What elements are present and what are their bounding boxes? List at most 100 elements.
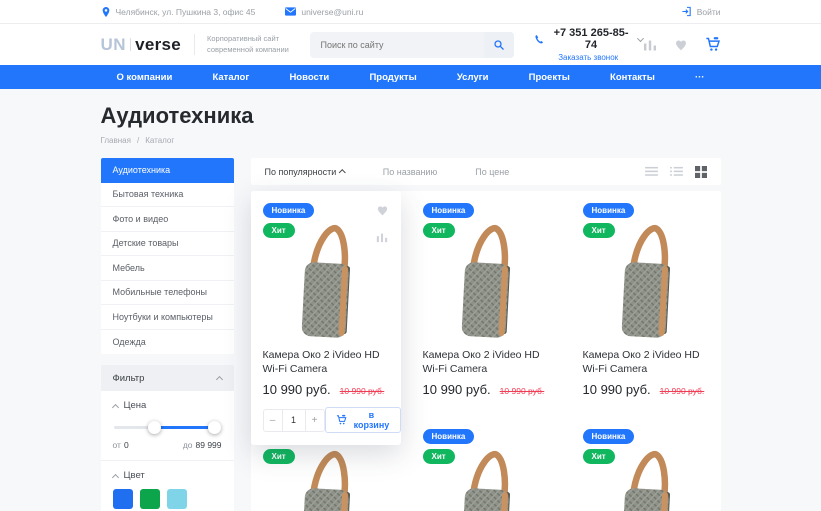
filter-header[interactable]: Фильтр [101,365,234,391]
nav-item[interactable]: Продукты [369,72,416,83]
product-card[interactable]: Новинка Хит [571,417,721,511]
nav-item[interactable]: Услуги [457,72,489,83]
color-swatch[interactable] [167,489,187,509]
add-to-cart-button[interactable]: в корзину [325,407,402,433]
sidebar-category-item[interactable]: Одежда [101,330,234,355]
compare-icon[interactable] [376,230,388,248]
nav-item[interactable]: Новости [289,72,329,83]
product-old-price: 10 990 руб. [340,386,385,396]
quantity-stepper: – 1 + [263,409,325,432]
product-badge: Новинка [423,429,475,444]
filter-title: Фильтр [113,373,145,384]
nav-item[interactable]: Проекты [529,72,570,83]
sort-option[interactable]: По цене [475,167,509,177]
logo[interactable]: UN verse [101,35,182,55]
sort-bar: По популярности По названию По цене [251,158,721,185]
sidebar-category-item[interactable]: Аудиотехника [101,158,234,183]
search-button[interactable] [484,32,514,58]
product-badge: Новинка [583,429,635,444]
product-card[interactable]: Новинка Хит [411,417,561,511]
login-text: Войти [697,7,721,17]
product-badge: Хит [423,449,455,464]
sidebar-category-item[interactable]: Детские товары [101,232,234,257]
color-section-toggle[interactable]: Цвет [113,470,222,481]
favorite-heart-icon[interactable] [376,203,389,221]
breadcrumb-catalog[interactable]: Каталог [145,136,174,145]
chevron-up-icon [111,403,118,410]
view-detailed-list-icon[interactable] [670,166,683,177]
filter-section-price: Цена от0 до89 999 [101,391,234,461]
product-card[interactable]: Новинка Хит [251,191,401,405]
sidebar-category-item[interactable]: Мобильные телефоны [101,281,234,306]
view-list-icon[interactable] [645,166,658,177]
site-tagline: Корпоративный сайт современной компании [194,34,290,55]
nav-item[interactable]: Каталог [212,72,249,83]
nav-item[interactable]: О компании [117,72,173,83]
search-input[interactable] [310,40,483,50]
product-title[interactable]: Камера Око 2 iVideo HD Wi-Fi Camera [583,348,709,376]
site-header: UN verse Корпоративный сайт современной … [0,24,821,65]
slider-handle-min[interactable] [148,421,161,434]
login-icon [681,6,692,17]
email-icon [285,7,296,16]
view-grid-icon[interactable] [695,166,707,178]
product-badge: Новинка [423,203,475,218]
product-card[interactable]: Новинка Хит [411,191,561,405]
product-badges: Новинка Хит [423,203,475,238]
price-from: от0 [113,440,129,450]
filter-panel: Фильтр Цена [101,365,234,511]
product-badge: Хит [423,223,455,238]
login-link[interactable]: Войти [681,6,721,17]
logo-secondary: verse [135,35,181,55]
sort-option-label: По названию [383,167,437,177]
phone-number[interactable]: +7 351 265-85-74 [534,27,643,51]
sidebar-category-item[interactable]: Ноутбуки и компьютеры [101,305,234,330]
address-link[interactable]: Челябинск, ул. Пушкина 3, офис 45 [101,6,256,18]
product-badge: Новинка [263,203,315,218]
price-to: до89 999 [183,440,222,450]
location-pin-icon [101,6,111,18]
color-swatches [113,489,222,509]
main-nav: О компании Каталог Новости Продукты Услуги Пр… [0,65,821,89]
product-badge: Хит [583,449,615,464]
product-title[interactable]: Камера Око 2 iVideo HD Wi-Fi Camera [263,348,389,376]
email-text: universe@uni.ru [301,7,363,17]
product-badge: Хит [263,223,295,238]
product-badge: Хит [583,223,615,238]
product-grid: Новинка Хит [251,191,721,511]
price-section-toggle[interactable]: Цена [113,400,222,411]
filter-section-color: Цвет [101,461,234,511]
nav-item[interactable]: ··· [695,72,705,83]
sort-option[interactable]: По названию [383,167,437,177]
logo-divider [130,38,131,51]
email-link[interactable]: universe@uni.ru [285,6,363,18]
nav-item[interactable]: Контакты [610,72,655,83]
product-old-price: 10 990 руб. [500,386,545,396]
product-badges: Новинка Хит [583,203,635,238]
sort-option[interactable]: По популярности [265,167,345,177]
product-title[interactable]: Камера Око 2 iVideo HD Wi-Fi Camera [423,348,549,376]
qty-value: 1 [283,409,305,432]
product-badge: Новинка [583,203,635,218]
qty-plus-button[interactable]: + [305,409,325,432]
color-section-label: Цвет [124,470,145,481]
cart-icon[interactable] [705,37,721,52]
phone-icon [534,34,545,45]
color-swatch[interactable] [140,489,160,509]
callback-link[interactable]: Заказать звонок [534,53,643,62]
breadcrumb-home[interactable]: Главная [101,136,131,145]
favorites-heart-icon[interactable] [674,38,688,51]
compare-icon[interactable] [643,38,657,51]
sidebar-category-item[interactable]: Мебель [101,256,234,281]
catalog-main: По популярности По названию По цене [251,158,721,511]
color-swatch[interactable] [113,489,133,509]
sidebar-category-item[interactable]: Бытовая техника [101,183,234,208]
slider-handle-max[interactable] [208,421,221,434]
chevron-up-icon [111,473,118,480]
qty-minus-button[interactable]: – [263,409,283,432]
sidebar-category-item[interactable]: Фото и видео [101,207,234,232]
product-card[interactable]: Новинка Хит [571,191,721,405]
breadcrumb-separator: / [137,136,139,145]
topbar: Челябинск, ул. Пушкина 3, офис 45 univer… [0,0,821,24]
sort-option-label: По популярности [265,167,337,177]
